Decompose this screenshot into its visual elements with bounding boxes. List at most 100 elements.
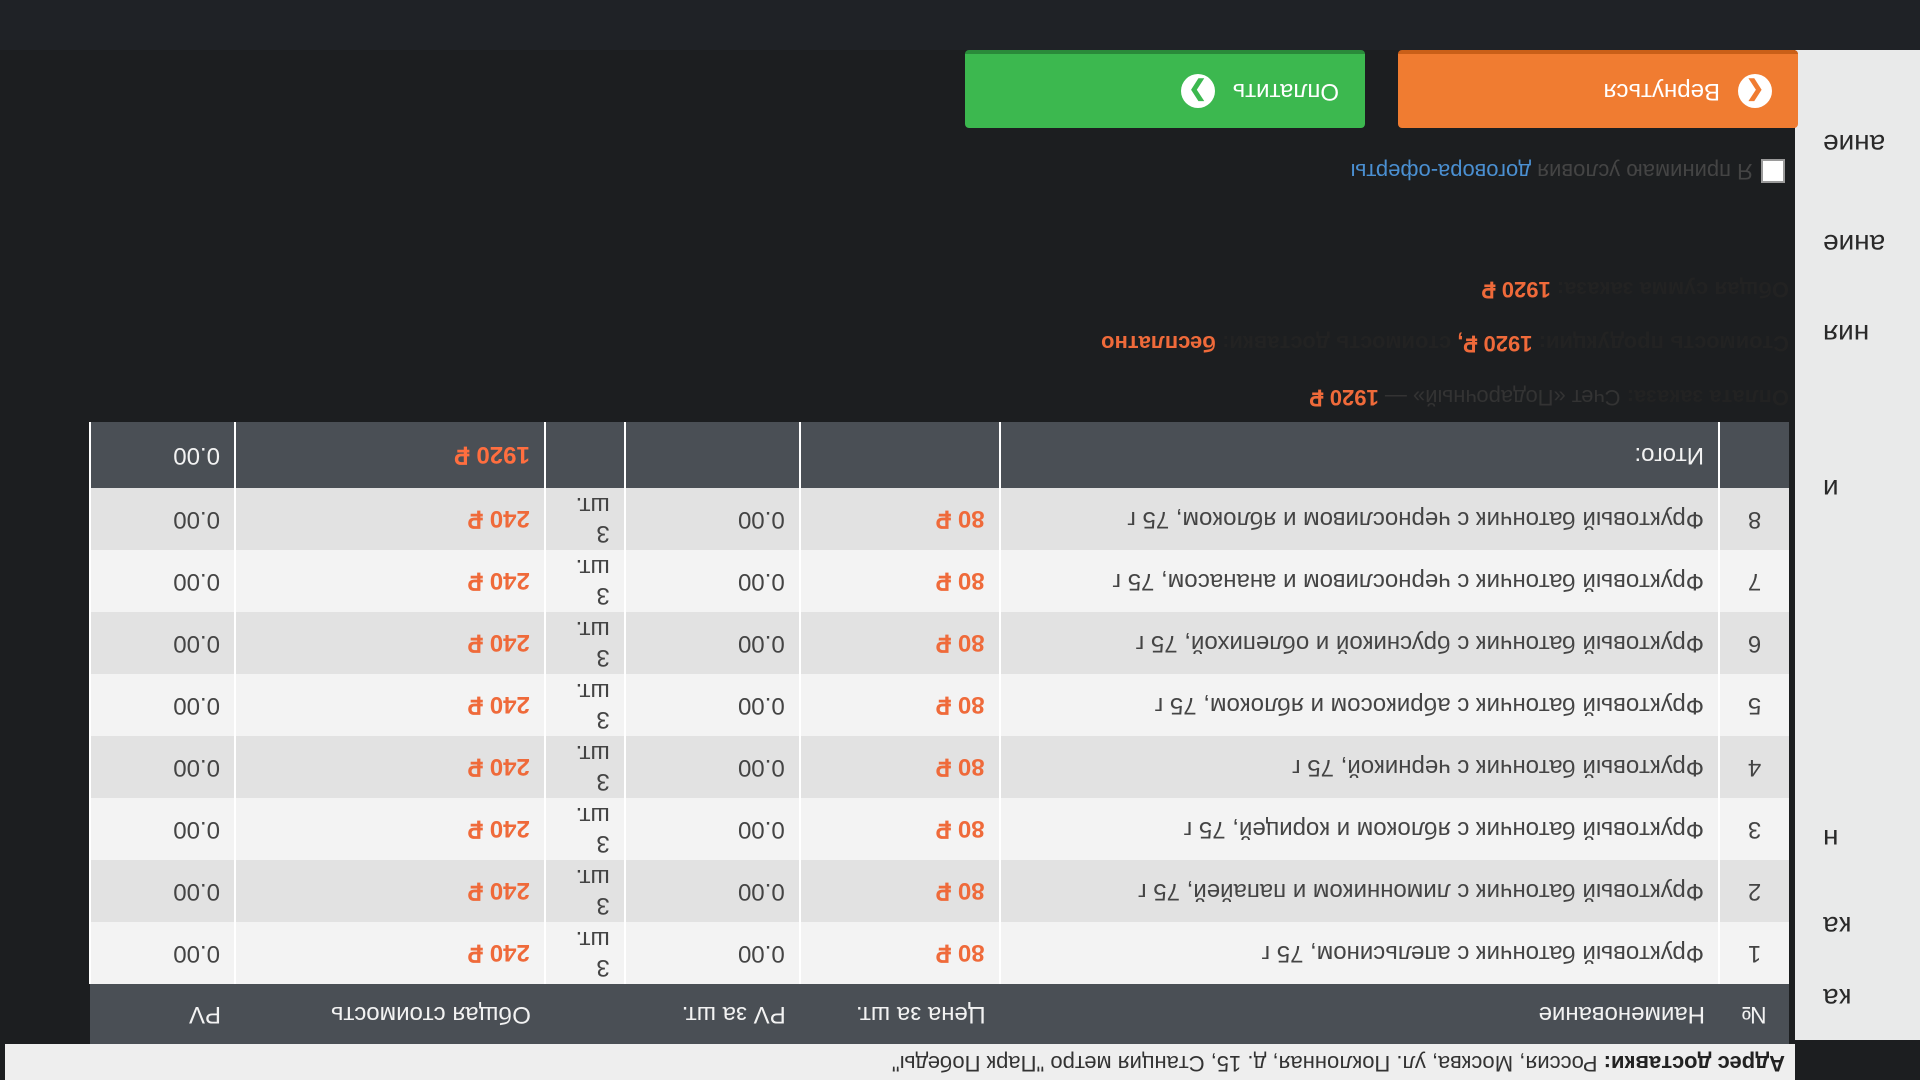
product-name[interactable]: Фруктовый батончик с черносливом и яблок…	[999, 488, 1720, 550]
address-label: Адрес доставки:	[1603, 1051, 1785, 1076]
sidebar-fragment[interactable]: ка	[1823, 910, 1851, 942]
quantity: 3 шт.	[544, 612, 625, 674]
product-name[interactable]: Фруктовый батончик с яблоком и корицей, …	[999, 798, 1720, 860]
table-row: 1 Фруктовый батончик с апельсином, 75 г …	[90, 922, 1789, 984]
unit-price: 80 ₽	[799, 674, 1000, 736]
product-name[interactable]: Фруктовый батончик с апельсином, 75 г	[999, 922, 1720, 984]
row-total: 240 ₽	[235, 674, 545, 736]
pay-button-label: Оплатить	[1232, 78, 1339, 105]
unit-pv: 0.00	[624, 736, 800, 798]
sidebar-fragment[interactable]: ание	[1823, 228, 1885, 260]
agreement-text: Я принимаю условия	[1537, 159, 1753, 184]
column-header-number: №	[1719, 984, 1789, 1044]
quantity: 3 шт.	[544, 736, 625, 798]
total-spacer	[624, 422, 800, 488]
offer-link[interactable]: договора-оферты	[1351, 158, 1532, 184]
delivery-address: Адрес доставки: Россия, Москва, ул. Покл…	[5, 1044, 1795, 1080]
column-header-name: Наименование	[999, 984, 1720, 1044]
column-header-qty	[544, 984, 625, 1044]
products-label: Стоимость продукции:	[1538, 331, 1789, 356]
quantity: 3 шт.	[544, 550, 625, 612]
unit-price: 80 ₽	[799, 550, 1000, 612]
payment-line: Оплата заказа: Счет «Подарочный» — 1920 …	[1101, 358, 1789, 412]
total-spacer	[1719, 422, 1789, 488]
row-total: 240 ₽	[235, 798, 545, 860]
row-total: 240 ₽	[235, 612, 545, 674]
row-number: 3	[1719, 798, 1789, 860]
row-pv: 0.00	[90, 550, 235, 612]
row-pv: 0.00	[90, 674, 235, 736]
sidebar-fragment[interactable]: ка	[1823, 982, 1851, 1014]
row-pv: 0.00	[90, 736, 235, 798]
order-total-label: Общая сумма заказа:	[1556, 277, 1789, 302]
table-row: 7 Фруктовый батончик с черносливом и ана…	[90, 550, 1789, 612]
address-value: Россия, Москва, ул. Поклонная, д. 15, Ст…	[891, 1051, 1598, 1076]
order-summary: Оплата заказа: Счет «Подарочный» — 1920 …	[1101, 250, 1789, 412]
row-pv: 0.00	[90, 922, 235, 984]
order-total: 1920 ₽	[1481, 277, 1551, 302]
column-header-total: Общая стоимость	[235, 984, 545, 1044]
back-button-label: Вернуться	[1603, 78, 1720, 105]
row-total: 240 ₽	[235, 488, 545, 550]
total-pv: 0.00	[90, 422, 235, 488]
table-row: 2 Фруктовый батончик с лимонником и папа…	[90, 860, 1789, 922]
unit-pv: 0.00	[624, 798, 800, 860]
row-total: 240 ₽	[235, 550, 545, 612]
row-number: 2	[1719, 860, 1789, 922]
sidebar-fragment[interactable]: н	[1823, 823, 1838, 855]
row-pv: 0.00	[90, 798, 235, 860]
payment-label: Оплата заказа:	[1626, 385, 1789, 410]
table-row: 8 Фруктовый батончик с черносливом и ябл…	[90, 488, 1789, 550]
unit-pv: 0.00	[624, 860, 800, 922]
quantity: 3 шт.	[544, 488, 625, 550]
column-header-pv-total: PV	[90, 984, 235, 1044]
row-number: 7	[1719, 550, 1789, 612]
table-row: 5 Фруктовый батончик с абрикосом и яблок…	[90, 674, 1789, 736]
product-name[interactable]: Фруктовый батончик с черносливом и анана…	[999, 550, 1720, 612]
unit-price: 80 ₽	[799, 488, 1000, 550]
table-row: 3 Фруктовый батончик с яблоком и корицей…	[90, 798, 1789, 860]
sidebar-fragment[interactable]: ание	[1823, 128, 1885, 160]
row-number: 6	[1719, 612, 1789, 674]
unit-pv: 0.00	[624, 612, 800, 674]
quantity: 3 шт.	[544, 674, 625, 736]
offer-agreement: Я принимаю условия договора-оферты	[1351, 158, 1785, 184]
table-row: 4 Фруктовый батончик с черникой, 75 г 80…	[90, 736, 1789, 798]
column-header-pv: PV за шт.	[624, 984, 800, 1044]
product-name[interactable]: Фруктовый батончик с черникой, 75 г	[999, 736, 1720, 798]
row-total: 240 ₽	[235, 922, 545, 984]
sidebar-fragment[interactable]: и	[1823, 473, 1839, 505]
products-cost-line: Стоимость продукции: 1920 ₽, стоимость д…	[1101, 304, 1789, 358]
agreement-checkbox[interactable]	[1761, 159, 1785, 183]
quantity: 3 шт.	[544, 922, 625, 984]
product-name[interactable]: Фруктовый батончик с лимонником и папайе…	[999, 860, 1720, 922]
total-sum: 1920 ₽	[235, 422, 545, 488]
table-row: 6 Фруктовый батончик с брусникой и облеп…	[90, 612, 1789, 674]
chevron-right-icon: ❯	[1180, 74, 1215, 108]
total-spacer	[799, 422, 1000, 488]
sidebar-fragment[interactable]: ния	[1823, 318, 1869, 350]
quantity: 3 шт.	[544, 798, 625, 860]
row-number: 1	[1719, 922, 1789, 984]
order-table: № Наименование Цена за шт. PV за шт. Общ…	[89, 422, 1789, 1044]
unit-price: 80 ₽	[799, 736, 1000, 798]
photographed-screen: ка ка н и ния ание ание Адрес доставки: …	[0, 0, 1920, 1080]
row-pv: 0.00	[90, 612, 235, 674]
order-total-line: Общая сумма заказа: 1920 ₽	[1101, 250, 1789, 304]
row-pv: 0.00	[90, 488, 235, 550]
row-total: 240 ₽	[235, 860, 545, 922]
row-number: 5	[1719, 674, 1789, 736]
product-name[interactable]: Фруктовый батончик с абрикосом и яблоком…	[999, 674, 1720, 736]
payment-value: Счет «Подарочный» —	[1384, 385, 1621, 410]
unit-price: 80 ₽	[799, 860, 1000, 922]
table-header: № Наименование Цена за шт. PV за шт. Общ…	[90, 984, 1789, 1044]
unit-price: 80 ₽	[799, 612, 1000, 674]
product-name[interactable]: Фруктовый батончик с брусникой и облепих…	[999, 612, 1720, 674]
column-header-price: Цена за шт.	[799, 984, 1000, 1044]
pay-button[interactable]: Оплатить ❯	[965, 50, 1365, 128]
unit-pv: 0.00	[624, 550, 800, 612]
sidebar: ка ка н и ния ание ание	[1795, 50, 1920, 1040]
unit-price: 80 ₽	[799, 798, 1000, 860]
total-spacer	[544, 422, 625, 488]
back-button[interactable]: ❮ Вернуться	[1398, 50, 1798, 128]
